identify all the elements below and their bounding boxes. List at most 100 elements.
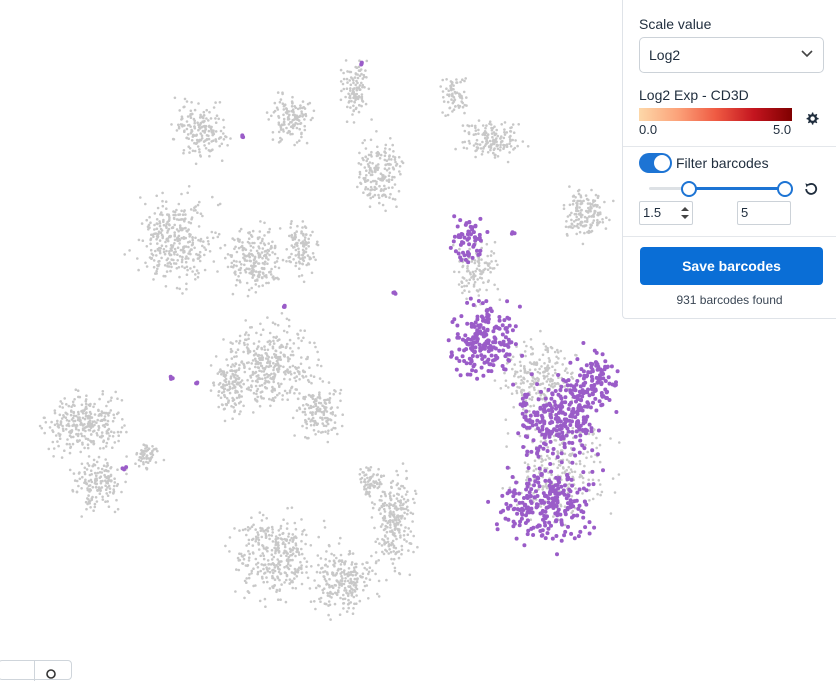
cell-point xyxy=(243,254,247,257)
highlighted-cell-point xyxy=(570,430,575,434)
cell-point xyxy=(191,238,194,242)
cell-point xyxy=(381,502,385,506)
highlighted-cell-point xyxy=(471,335,476,340)
cell-point xyxy=(230,254,234,257)
cell-point xyxy=(224,377,228,381)
cell-point xyxy=(209,126,213,130)
cell-point xyxy=(381,550,384,554)
cell-point xyxy=(287,535,290,538)
cell-point xyxy=(248,552,251,556)
cell-point xyxy=(403,511,406,515)
cell-point xyxy=(216,372,220,375)
cell-point xyxy=(568,203,572,207)
cell-point xyxy=(231,382,234,385)
cell-point xyxy=(447,94,451,98)
cell-point xyxy=(337,589,340,592)
cell-point xyxy=(214,231,217,234)
cell-point xyxy=(347,606,351,610)
cell-point xyxy=(266,375,269,379)
cell-point xyxy=(211,236,215,240)
cell-point xyxy=(465,96,468,99)
cell-point xyxy=(389,481,393,485)
highlighted-cell-point xyxy=(486,313,491,318)
cell-point xyxy=(519,375,523,378)
highlighted-cell-point xyxy=(517,508,522,512)
cell-point xyxy=(398,165,402,168)
highlighted-cell-point xyxy=(549,396,554,401)
cell-point xyxy=(322,413,326,417)
cell-point xyxy=(358,172,362,176)
cell-point xyxy=(286,566,290,569)
cell-point xyxy=(88,404,92,408)
cell-point xyxy=(391,143,395,147)
cell-point xyxy=(305,565,308,568)
cell-point xyxy=(300,533,304,536)
highlighted-cell-point xyxy=(472,324,477,329)
cell-point xyxy=(100,467,104,471)
cell-point xyxy=(597,479,601,482)
cell-point xyxy=(84,437,88,441)
highlighted-cell-point xyxy=(550,420,555,425)
cell-point xyxy=(309,600,313,603)
cell-point xyxy=(303,124,307,128)
highlighted-cell-point xyxy=(533,413,538,418)
cell-point xyxy=(441,111,444,114)
highlighted-cell-point xyxy=(548,413,553,418)
cell-point xyxy=(230,265,233,269)
cell-point xyxy=(85,507,88,511)
cell-point xyxy=(356,185,359,189)
cell-point xyxy=(556,381,559,385)
cell-point xyxy=(111,435,115,438)
cell-point xyxy=(572,220,576,223)
highlighted-cell-point xyxy=(513,498,518,503)
cell-point xyxy=(270,246,273,249)
cell-point xyxy=(272,372,276,375)
cell-point xyxy=(317,535,321,539)
cell-point xyxy=(256,362,260,366)
cell-point xyxy=(396,514,400,517)
cell-point xyxy=(488,139,492,143)
cell-point xyxy=(89,469,93,473)
cell-point xyxy=(189,267,192,270)
highlighted-cell-point xyxy=(520,353,525,358)
cell-point xyxy=(181,227,185,230)
cell-point xyxy=(296,107,300,111)
cell-point xyxy=(225,397,229,400)
cell-point xyxy=(486,151,490,154)
cell-point xyxy=(520,391,523,395)
cell-point xyxy=(592,219,596,222)
cell-point xyxy=(242,557,246,561)
cell-point xyxy=(173,247,177,251)
cell-point xyxy=(300,571,304,574)
cell-point xyxy=(256,572,260,576)
highlighted-cell-point xyxy=(466,337,471,341)
cell-point xyxy=(311,411,315,414)
cell-point xyxy=(324,430,327,434)
cell-point xyxy=(59,420,63,423)
cell-point xyxy=(271,131,275,134)
cell-point xyxy=(376,592,379,596)
cell-point xyxy=(467,290,471,294)
cell-point xyxy=(145,449,148,453)
cell-point xyxy=(243,366,246,370)
highlighted-cell-point xyxy=(597,399,602,404)
cell-point xyxy=(108,434,111,438)
cell-point xyxy=(81,424,85,427)
cell-point xyxy=(293,245,296,249)
cell-point xyxy=(301,404,305,407)
cell-point xyxy=(538,358,541,362)
cell-point xyxy=(214,130,218,133)
cell-point xyxy=(222,338,225,341)
cell-point xyxy=(361,572,365,575)
cell-point xyxy=(152,265,156,269)
cell-point xyxy=(271,240,274,244)
cell-point xyxy=(343,589,346,592)
cell-point xyxy=(406,533,410,536)
cell-point xyxy=(368,490,371,494)
highlighted-cell-point xyxy=(455,224,460,229)
highlighted-cell-point xyxy=(535,450,540,455)
cell-point xyxy=(255,392,258,396)
cell-point xyxy=(87,420,91,424)
cell-point xyxy=(61,424,64,428)
cell-point xyxy=(266,380,270,383)
